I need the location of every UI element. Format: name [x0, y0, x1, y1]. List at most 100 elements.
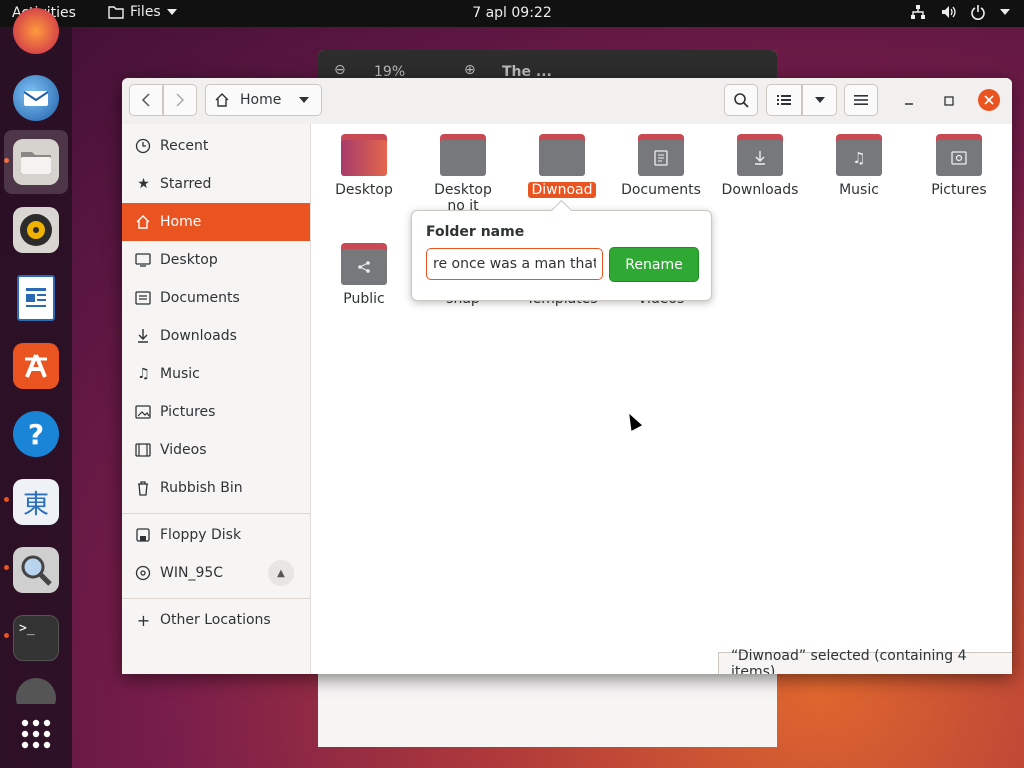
sidebar-item-label: Recent — [160, 138, 209, 154]
software-center-icon — [13, 343, 59, 389]
rename-button[interactable]: Rename — [609, 247, 699, 282]
dock-screenshot[interactable] — [4, 538, 68, 602]
zoom-out-icon[interactable]: ⊖ — [334, 62, 346, 78]
star-icon: ★ — [137, 176, 150, 192]
dock-firefox[interactable] — [4, 0, 68, 63]
eject-button[interactable]: ▲ — [268, 560, 294, 586]
folder-pictures[interactable]: Pictures — [911, 134, 1007, 198]
sidebar-item-label: Downloads — [160, 328, 237, 344]
network-icon — [911, 5, 925, 19]
folder-icon — [108, 6, 124, 19]
list-view-button[interactable] — [766, 84, 802, 116]
folder-label: Downloads — [721, 182, 799, 198]
folder-diwnoad-selected[interactable]: Diwnoad — [514, 134, 610, 198]
search-button[interactable] — [724, 84, 758, 116]
folder-desktop-no-it[interactable]: Desktop no it — [415, 134, 511, 214]
sidebar-item-label: Other Locations — [160, 612, 271, 628]
sidebar-item-downloads[interactable]: Downloads — [122, 317, 310, 355]
picture-icon — [951, 151, 967, 165]
top-bar: Activities Files 7 apl 09:22 — [0, 0, 1024, 27]
dock-help[interactable]: ? — [4, 402, 68, 466]
files-icon — [13, 139, 59, 185]
folder-label: Documents — [621, 182, 701, 198]
folder-music[interactable]: ♫ Music — [811, 134, 907, 198]
path-bar-home[interactable]: Home — [205, 84, 322, 116]
forward-button[interactable] — [163, 84, 197, 116]
sidebar-item-music[interactable]: ♫ Music — [122, 355, 310, 393]
sidebar-item-label: Documents — [160, 290, 240, 306]
sidebar-item-videos[interactable]: Videos — [122, 431, 310, 469]
chevron-down-icon — [1000, 9, 1010, 15]
dock-mozc[interactable]: 東 — [4, 470, 68, 534]
music-icon: ♫ — [137, 366, 150, 382]
sidebar-item-label: Videos — [160, 442, 207, 458]
writer-icon — [17, 275, 55, 321]
path-label: Home — [240, 92, 282, 108]
sidebar-item-other-locations[interactable]: + Other Locations — [122, 601, 310, 639]
system-status-area[interactable] — [910, 4, 1010, 20]
dock-partial-item[interactable] — [4, 674, 68, 704]
close-button[interactable] — [978, 89, 1000, 111]
folder-label: Pictures — [931, 182, 987, 198]
app-menu-button[interactable]: Files — [108, 4, 177, 20]
sidebar-item-recent[interactable]: Recent — [122, 127, 310, 165]
forward-arrow-icon — [176, 93, 185, 107]
thunderbird-icon — [13, 75, 59, 121]
rhythmbox-icon — [13, 207, 59, 253]
folder-label: Music — [839, 182, 879, 198]
search-icon — [734, 93, 749, 108]
music-icon: ♫ — [852, 149, 866, 167]
picture-icon — [135, 405, 151, 419]
sidebar-item-pictures[interactable]: Pictures — [122, 393, 310, 431]
dock-rhythmbox[interactable] — [4, 198, 68, 262]
folder-icon — [341, 243, 387, 285]
folder-label: Diwnoad — [528, 182, 596, 198]
sidebar-item-label: Home — [160, 214, 202, 230]
sidebar-divider — [122, 513, 310, 514]
sidebar-item-desktop[interactable]: Desktop — [122, 241, 310, 279]
sidebar-item-documents[interactable]: Documents — [122, 279, 310, 317]
show-applications-button[interactable] — [4, 702, 68, 766]
view-options-button[interactable] — [802, 84, 837, 116]
dock-thunderbird[interactable] — [4, 66, 68, 130]
minimize-button[interactable] — [898, 90, 920, 112]
list-view-icon — [777, 95, 791, 105]
eject-icon: ▲ — [277, 567, 285, 579]
popover-arrow — [550, 199, 573, 222]
folder-icon — [737, 134, 783, 176]
document-icon — [135, 291, 151, 305]
download-icon — [755, 151, 765, 165]
chevron-down-icon — [166, 9, 177, 15]
sidebar-item-rubbish-bin[interactable]: Rubbish Bin — [122, 469, 310, 507]
sidebar-item-label: WIN_95C — [160, 565, 224, 581]
clock[interactable]: 7 apl 09:22 — [472, 5, 552, 21]
zoom-in-icon[interactable]: ⊕ — [464, 62, 476, 78]
app-menu-label: Files — [130, 4, 161, 20]
folder-label: Public — [343, 291, 385, 307]
sidebar-item-home[interactable]: Home — [122, 203, 310, 241]
dock-terminal[interactable]: >_ — [4, 606, 68, 670]
dock-software[interactable] — [4, 334, 68, 398]
sidebar-item-starred[interactable]: ★ Starred — [122, 165, 310, 203]
folder-name-input[interactable] — [426, 248, 603, 280]
main-menu-button[interactable] — [844, 84, 878, 116]
chevron-down-icon[interactable] — [299, 97, 310, 103]
app-icon — [16, 678, 56, 704]
folder-icon — [539, 134, 585, 176]
folder-desktop[interactable]: Desktop — [316, 134, 412, 198]
back-button[interactable] — [129, 84, 163, 116]
document-icon — [654, 150, 668, 166]
maximize-button[interactable] — [938, 90, 960, 112]
dock-files[interactable] — [4, 130, 68, 194]
folder-icon — [440, 134, 486, 176]
mozc-input-icon: 東 — [13, 479, 59, 525]
folder-public[interactable]: Public — [316, 243, 412, 307]
chevron-down-icon — [814, 97, 825, 103]
sidebar-item-floppy-disk[interactable]: Floppy Disk — [122, 516, 310, 554]
hamburger-icon — [854, 95, 868, 105]
share-icon — [358, 261, 370, 273]
headerbar: Home — [122, 78, 1012, 125]
folder-documents[interactable]: Documents — [613, 134, 709, 198]
dock-writer[interactable] — [4, 266, 68, 330]
folder-downloads[interactable]: Downloads — [712, 134, 808, 198]
